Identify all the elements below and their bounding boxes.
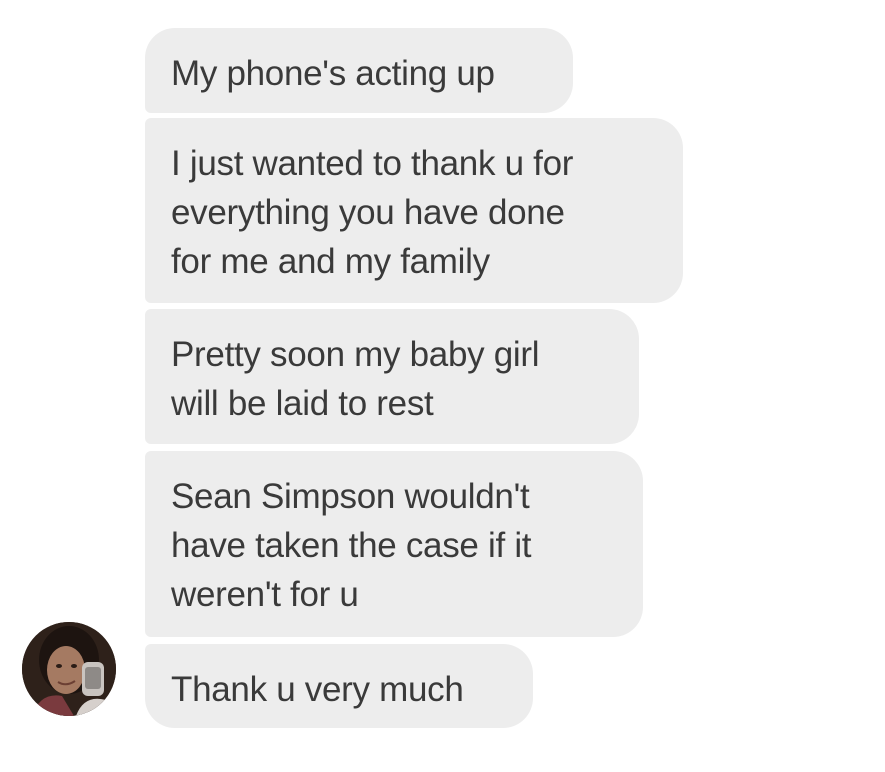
avatar-photo-icon [22, 622, 116, 716]
message-bubble[interactable]: I just wanted to thank u for everything … [145, 118, 683, 303]
message-bubble[interactable]: Thank u very much [145, 644, 533, 728]
sender-avatar[interactable] [22, 622, 116, 716]
message-bubble[interactable]: Sean Simpson wouldn't have taken the cas… [145, 451, 643, 637]
message-thread: My phone's acting up I just wanted to th… [0, 0, 885, 772]
message-bubble[interactable]: Pretty soon my baby girl will be laid to… [145, 309, 639, 444]
message-bubble[interactable]: My phone's acting up [145, 28, 573, 113]
